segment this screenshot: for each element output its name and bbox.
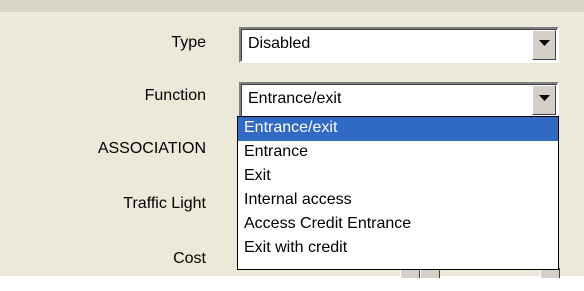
function-select-button[interactable]: [532, 85, 556, 115]
dropdown-option-access-credit-entrance[interactable]: Access Credit Entrance: [238, 213, 558, 237]
top-divider: [0, 0, 584, 12]
traffic-light-label: Traffic Light: [123, 195, 206, 212]
type-select-value: Disabled: [248, 35, 311, 52]
association-label: ASSOCIATION: [97, 140, 206, 157]
function-label: Function: [144, 87, 206, 104]
dropdown-option-internal-access[interactable]: Internal access: [238, 189, 558, 213]
dropdown-option-exit[interactable]: Exit: [238, 165, 558, 189]
chevron-down-icon: [539, 40, 550, 46]
chevron-down-icon: [539, 95, 550, 101]
dropdown-option-exit-with-credit[interactable]: Exit with credit: [238, 237, 558, 261]
type-label: Type: [171, 34, 206, 51]
dropdown-option-entrance[interactable]: Entrance: [238, 141, 558, 165]
function-dropdown-list: Entrance/exit Entrance Exit Internal acc…: [237, 116, 559, 270]
dropdown-option-entrance-exit[interactable]: Entrance/exit: [238, 117, 558, 141]
type-select[interactable]: Disabled: [239, 27, 559, 63]
function-select-value: Entrance/exit: [248, 90, 342, 107]
type-select-button[interactable]: [532, 30, 556, 60]
cost-label: Cost: [173, 250, 206, 267]
function-select[interactable]: Entrance/exit: [239, 82, 559, 118]
